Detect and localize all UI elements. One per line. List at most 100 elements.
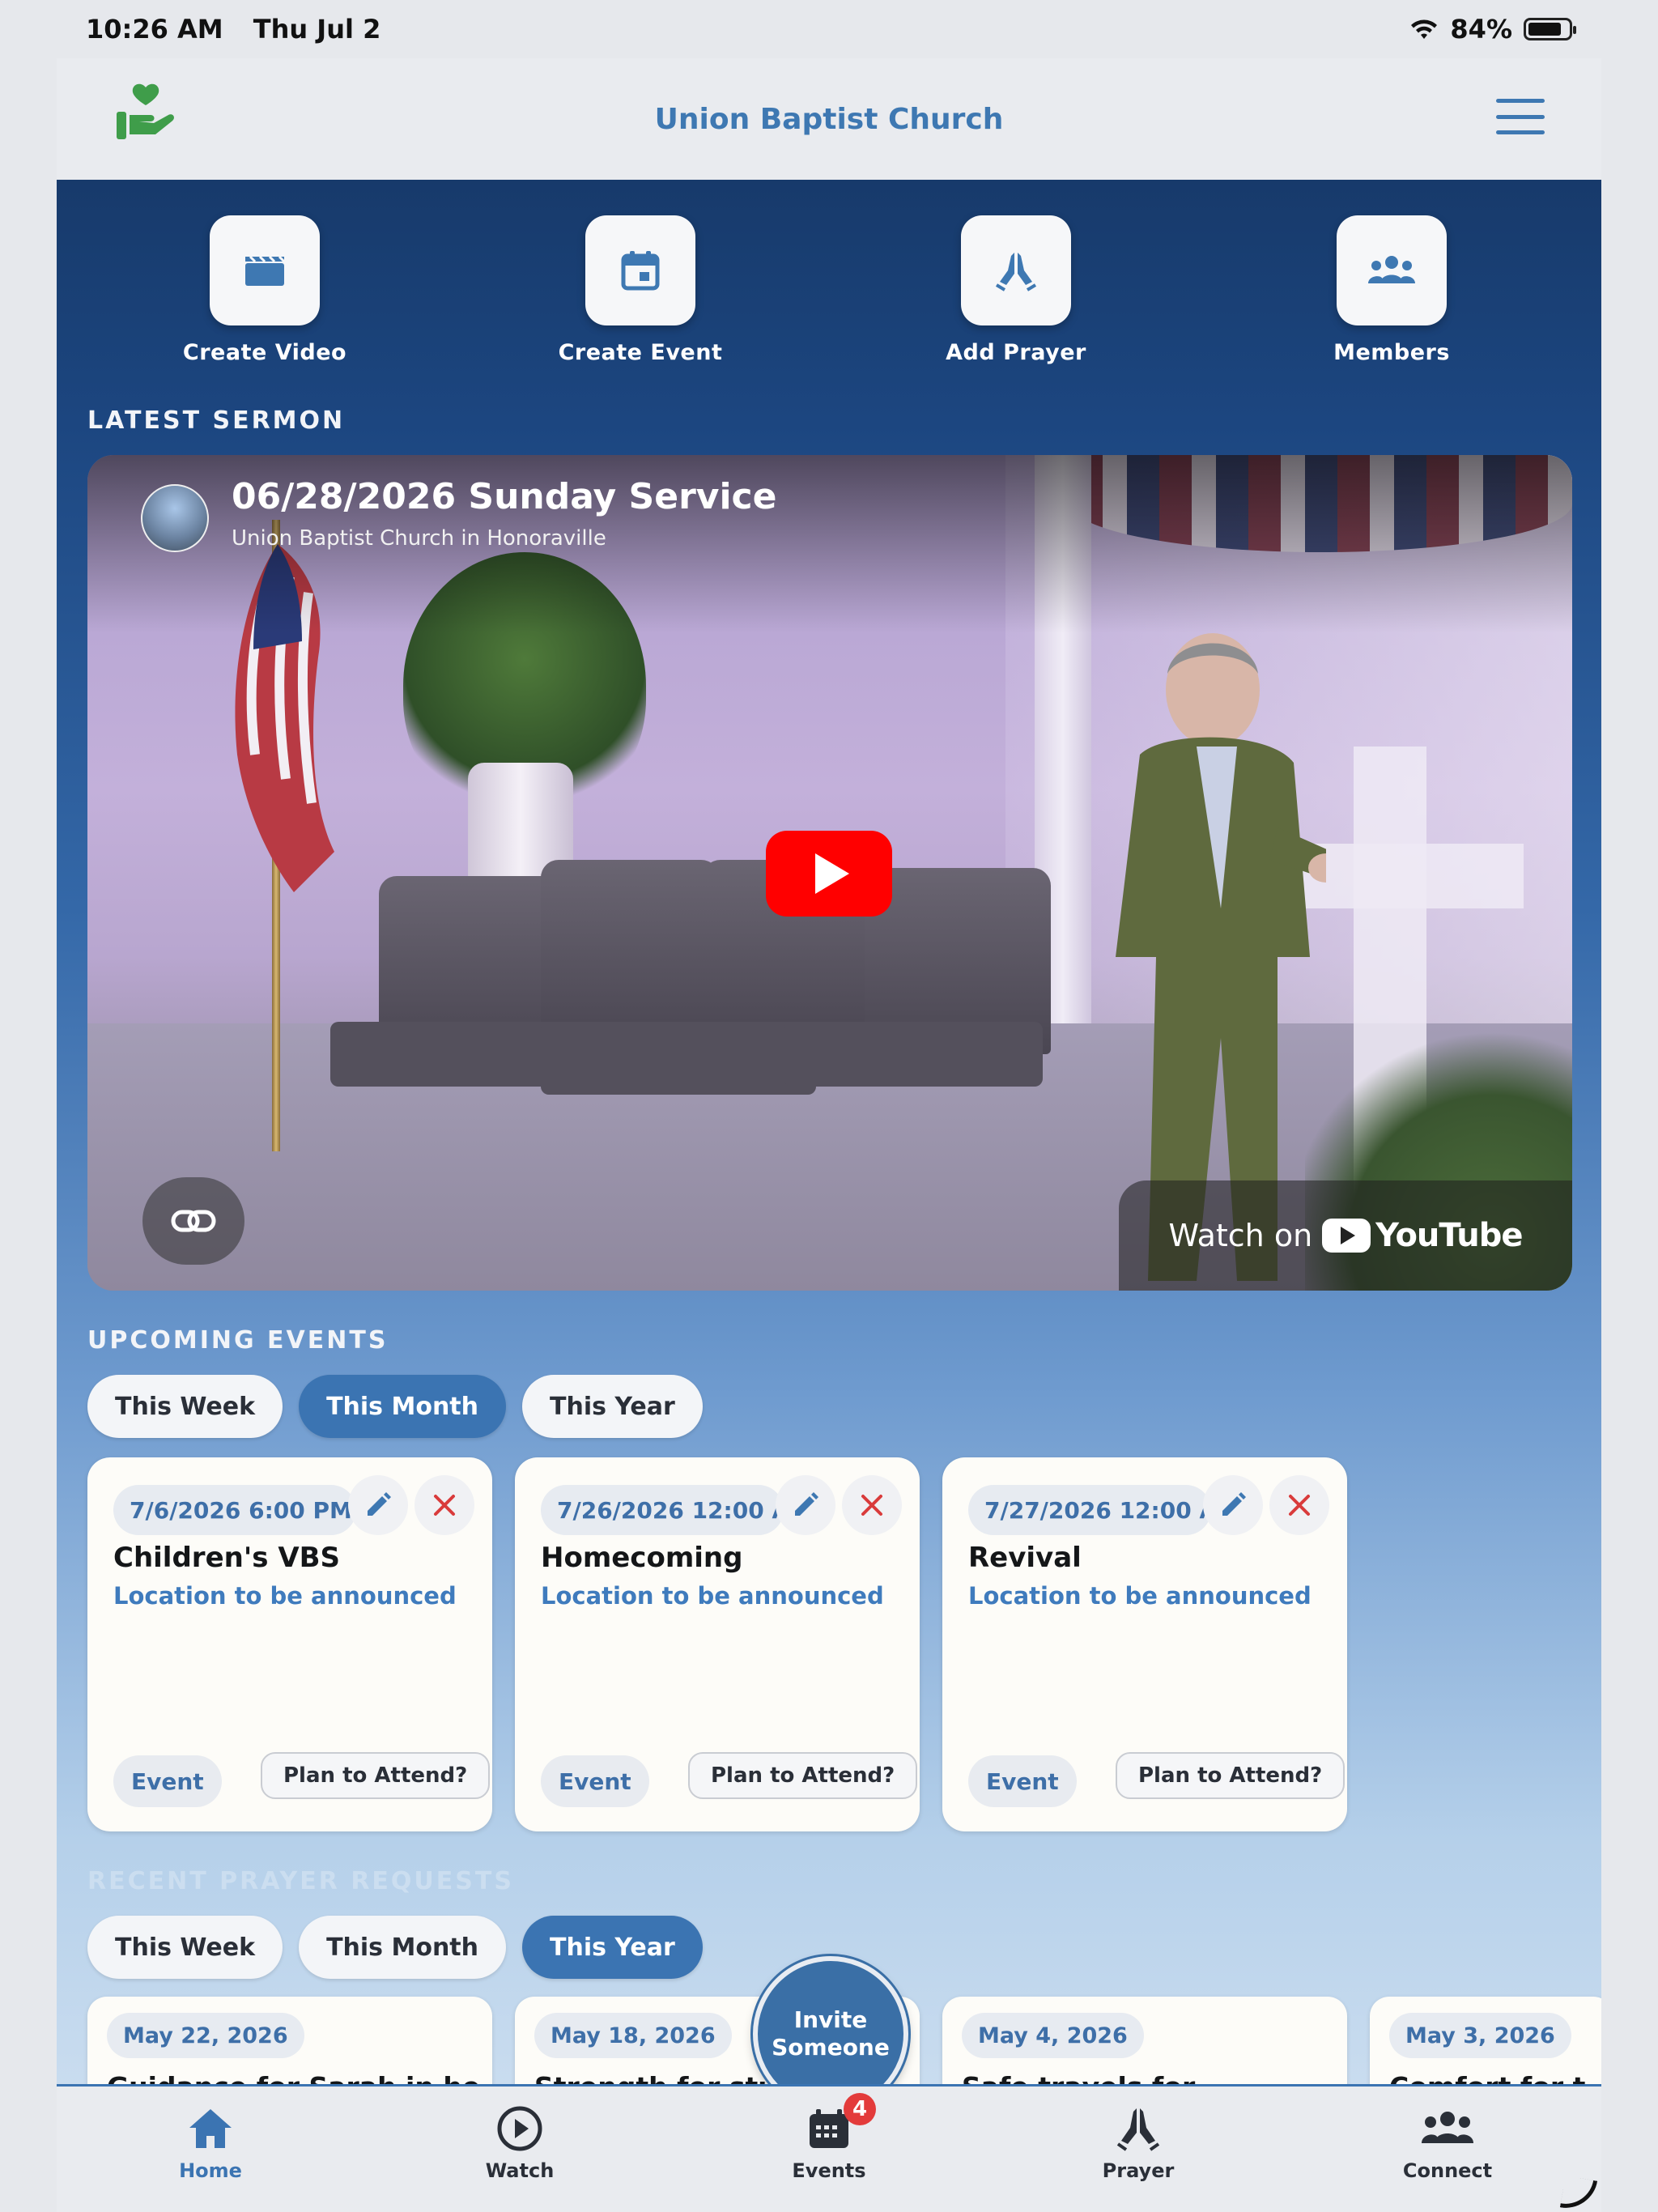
event-location: Location to be announced: [541, 1582, 884, 1610]
invite-line2: Someone: [772, 2034, 890, 2061]
event-location: Location to be announced: [968, 1582, 1312, 1610]
praying-hands-icon: [1041, 2103, 1235, 2155]
events-filter-this-month[interactable]: This Month: [299, 1375, 507, 1438]
invite-line1: Invite: [793, 2006, 868, 2033]
prayer-date: May 18, 2026: [534, 2013, 732, 2058]
delete-event-button[interactable]: [414, 1475, 474, 1535]
event-name: Homecoming: [541, 1542, 743, 1574]
event-type-tag: Event: [113, 1755, 222, 1807]
prayer-title: Guidance for Sarah in her: [107, 2071, 479, 2084]
battery-icon: [1524, 18, 1576, 40]
tab-events[interactable]: 4 Events: [732, 2093, 926, 2182]
events-badge: 4: [844, 2093, 876, 2125]
prayer-request-card[interactable]: May 3, 2026 Comfort for t: [1370, 1997, 1601, 2084]
page-title: Union Baptist Church: [654, 102, 1004, 136]
group-icon: [1337, 215, 1447, 325]
battery-percent: 84%: [1450, 14, 1512, 45]
event-card[interactable]: 7/27/2026 12:00 AM Revival Location to b…: [942, 1457, 1347, 1831]
edit-event-button[interactable]: [1203, 1475, 1263, 1535]
close-icon: [861, 1495, 882, 1516]
plan-to-attend-button[interactable]: Plan to Attend?: [261, 1752, 491, 1799]
event-date: 7/6/2026 6:00 PM: [113, 1485, 356, 1535]
prayer-filter-this-month[interactable]: This Month: [299, 1916, 507, 1979]
prayer-title: Comfort for t: [1389, 2071, 1600, 2084]
tab-watch[interactable]: Watch: [423, 2103, 617, 2182]
status-bar: 10:26 AM Thu Jul 2 84%: [57, 0, 1601, 58]
watch-on-youtube-button[interactable]: Watch on YouTube: [1119, 1180, 1572, 1291]
create-event-button[interactable]: Create Event: [519, 215, 762, 365]
create-video-button[interactable]: Create Video: [143, 215, 386, 365]
calendar-icon: 4: [732, 2093, 926, 2155]
home-content: Create Video Create Event Add Prayer Mem…: [57, 180, 1601, 2084]
hand-heart-icon[interactable]: [113, 81, 178, 146]
event-location: Location to be announced: [113, 1582, 457, 1610]
add-prayer-button[interactable]: Add Prayer: [895, 215, 1137, 365]
close-icon: [434, 1495, 455, 1516]
tab-watch-label: Watch: [485, 2159, 555, 2182]
create-video-label: Create Video: [182, 340, 347, 365]
quick-actions: Create Video Create Event Add Prayer Mem…: [57, 215, 1601, 377]
edit-event-button[interactable]: [348, 1475, 408, 1535]
events-filter-this-year[interactable]: This Year: [522, 1375, 703, 1438]
tab-prayer[interactable]: Prayer: [1041, 2103, 1235, 2182]
tab-connect-label: Connect: [1402, 2159, 1493, 2182]
prayer-date: May 22, 2026: [107, 2013, 304, 2058]
tab-prayer-label: Prayer: [1102, 2159, 1175, 2182]
add-prayer-label: Add Prayer: [946, 340, 1086, 365]
link-icon: [171, 1210, 216, 1232]
prayer-request-card[interactable]: May 4, 2026 Safe travels for: [942, 1997, 1347, 2084]
status-left: 10:26 AM Thu Jul 2: [86, 14, 402, 45]
prayer-filter-tabs: This Week This Month This Year: [87, 1916, 703, 1979]
delete-event-button[interactable]: [1269, 1475, 1329, 1535]
events-filter-tabs: This Week This Month This Year: [87, 1375, 703, 1438]
members-button[interactable]: Members: [1270, 215, 1513, 365]
hamburger-menu-icon[interactable]: [1496, 99, 1545, 134]
home-icon: [113, 2103, 308, 2155]
delete-event-button[interactable]: [842, 1475, 902, 1535]
pencil-icon: [368, 1492, 391, 1516]
copy-link-button[interactable]: [142, 1177, 244, 1265]
edit-event-button[interactable]: [776, 1475, 835, 1535]
praying-hands-icon: [961, 215, 1071, 325]
plan-to-attend-button[interactable]: Plan to Attend?: [688, 1752, 918, 1799]
wifi-icon: [1411, 19, 1438, 39]
event-date: 7/27/2026 12:00 AM: [968, 1485, 1211, 1535]
events-filter-this-week[interactable]: This Week: [87, 1375, 283, 1438]
status-date: Thu Jul 2: [253, 14, 381, 45]
watch-on-label: Watch on: [1168, 1218, 1313, 1253]
calendar-icon: [585, 215, 695, 325]
group-icon: [1350, 2103, 1545, 2155]
clapperboard-icon: [210, 215, 320, 325]
invite-someone-button[interactable]: Invite Someone: [753, 1956, 908, 2084]
latest-sermon-heading: LATEST SERMON: [87, 406, 346, 435]
recent-prayer-requests-heading: RECENT PRAYER REQUESTS: [87, 1867, 514, 1895]
plan-to-attend-button[interactable]: Plan to Attend?: [1116, 1752, 1346, 1799]
video-title[interactable]: 06/28/2026 Sunday Service: [232, 476, 776, 517]
tab-home-label: Home: [179, 2159, 242, 2182]
prayer-filter-this-year[interactable]: This Year: [522, 1916, 703, 1979]
event-card[interactable]: 7/6/2026 6:00 PM Children's VBS Location…: [87, 1457, 492, 1831]
sermon-video-player[interactable]: 06/28/2026 Sunday Service Union Baptist …: [87, 455, 1572, 1291]
members-label: Members: [1333, 340, 1450, 365]
event-card[interactable]: 7/26/2026 12:00 AM Homecoming Location t…: [515, 1457, 920, 1831]
play-button[interactable]: [766, 831, 892, 917]
status-time: 10:26 AM: [86, 14, 223, 45]
youtube-wordmark: YouTube: [1375, 1217, 1523, 1254]
tab-home[interactable]: Home: [113, 2103, 308, 2182]
youtube-play-icon: [1322, 1219, 1371, 1253]
youtube-logo: YouTube: [1322, 1217, 1524, 1254]
event-type-tag: Event: [541, 1755, 649, 1807]
video-channel-name[interactable]: Union Baptist Church in Honoraville: [232, 526, 606, 551]
prayer-request-card[interactable]: May 22, 2026 Guidance for Sarah in her: [87, 1997, 492, 2084]
event-name: Children's VBS: [113, 1542, 341, 1574]
pencil-icon: [795, 1492, 818, 1516]
close-icon: [1289, 1495, 1310, 1516]
channel-avatar[interactable]: [141, 484, 209, 552]
event-name: Revival: [968, 1542, 1082, 1574]
tab-connect[interactable]: Connect: [1350, 2103, 1545, 2182]
tab-events-label: Events: [792, 2159, 866, 2182]
prayer-filter-this-week[interactable]: This Week: [87, 1916, 283, 1979]
status-right: 84%: [1409, 14, 1576, 45]
pencil-icon: [1222, 1492, 1246, 1516]
play-circle-icon: [423, 2103, 617, 2155]
